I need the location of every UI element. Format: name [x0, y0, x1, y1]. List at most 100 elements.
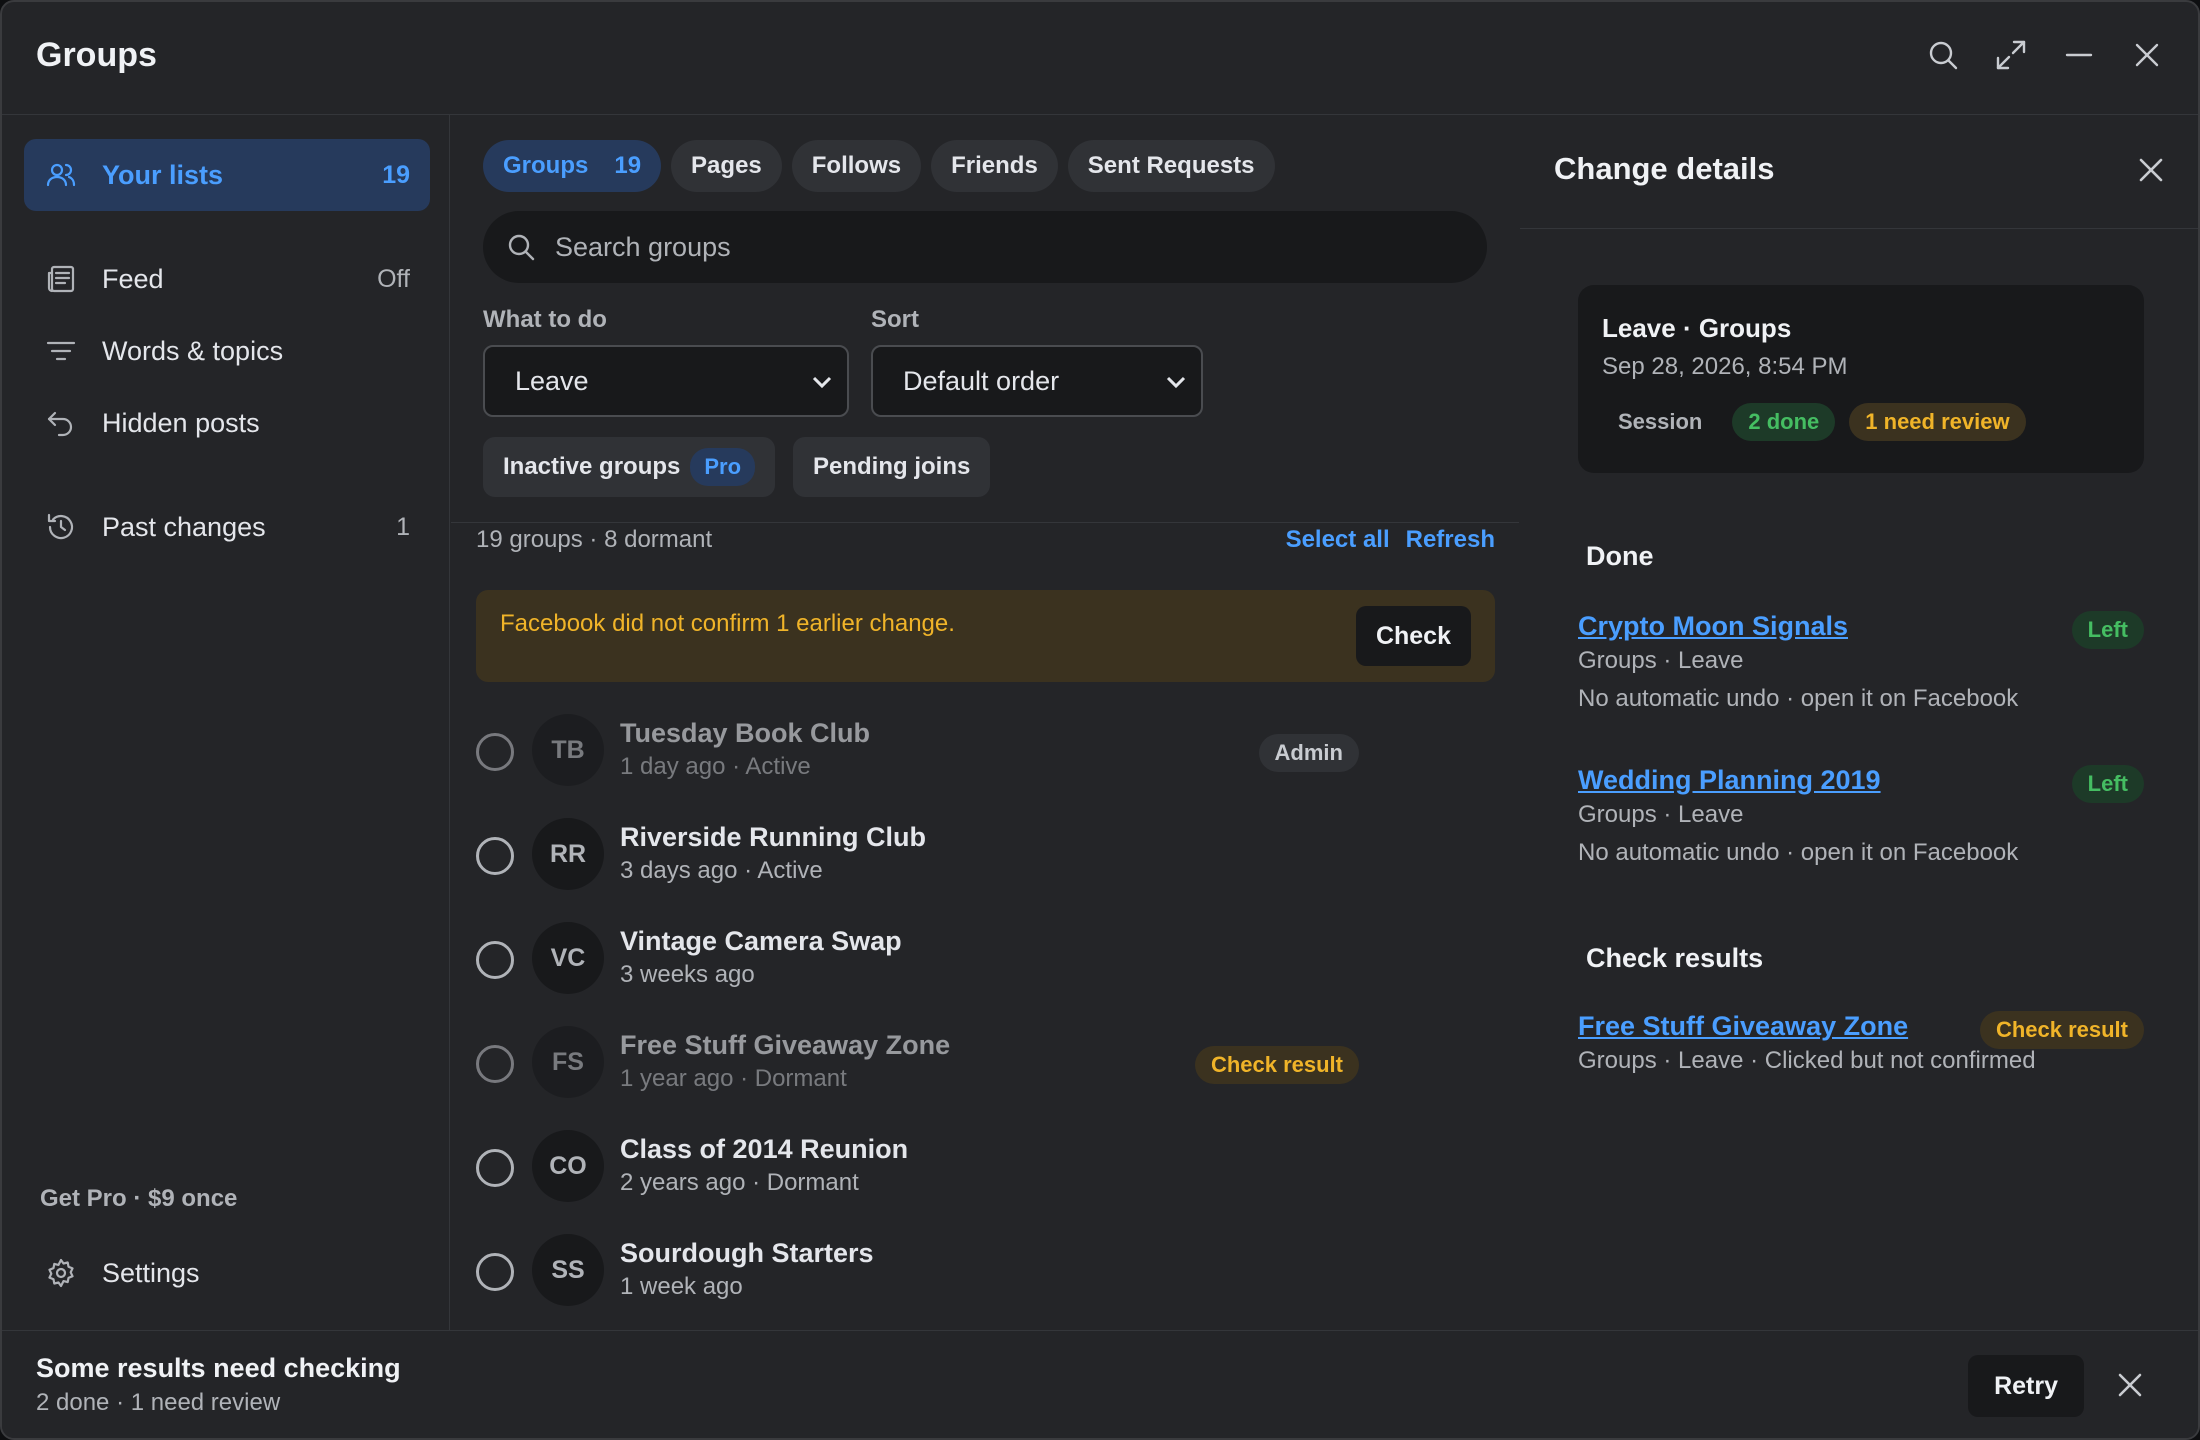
list-summary: 19 groups · 8 dormant: [476, 526, 713, 553]
tab-label: Sent Requests: [1087, 152, 1255, 179]
group-meta: 1 year ago · Dormant: [620, 1065, 847, 1092]
action-select-value: Leave: [515, 365, 589, 396]
close-icon[interactable]: [2136, 155, 2166, 185]
entry-note: No automatic undo · open it on Facebook: [1578, 685, 2019, 712]
tab-sent-requests[interactable]: Sent Requests: [1067, 140, 1275, 192]
search-icon[interactable]: [1926, 38, 1960, 72]
entry-link[interactable]: Free Stuff Giveaway Zone: [1578, 1011, 1908, 1042]
row-radio[interactable]: [476, 1253, 514, 1291]
check-entry: Free Stuff Giveaway Zone Groups · Leave …: [1578, 1011, 2144, 1080]
group-meta: 3 days ago · Active: [620, 857, 823, 884]
sidebar-item-your-lists[interactable]: Your lists 19: [24, 139, 430, 211]
unconfirmed-warning: Facebook did not confirm 1 earlier chang…: [476, 590, 1495, 682]
check-results-heading: Check results: [1586, 943, 1764, 973]
sidebar-item-count: 1: [396, 512, 410, 541]
status-subtitle: 2 done · 1 need review: [36, 1389, 281, 1416]
tab-count: 19: [614, 152, 642, 179]
chevron-down-icon: [1166, 376, 1186, 389]
undo-icon: [44, 406, 78, 440]
session-date: Sep 28, 2026, 8:54 PM: [1602, 353, 1848, 380]
sidebar-item-settings[interactable]: Settings: [24, 1237, 430, 1309]
list-item[interactable]: FS Free Stuff Giveaway Zone 1 year ago ·…: [476, 1010, 1495, 1114]
row-radio[interactable]: [476, 837, 514, 875]
sidebar: Your lists 19 Feed Off Words & topics Hi…: [2, 115, 450, 1330]
panel-title: Change details: [1554, 151, 1775, 186]
tab-follows[interactable]: Follows: [791, 140, 922, 192]
group-name: Free Stuff Giveaway Zone: [620, 1030, 951, 1060]
review-badge: 1 need review: [1849, 403, 2026, 441]
sidebar-item-feed[interactable]: Feed Off: [24, 243, 430, 315]
session-label: Session: [1618, 409, 1703, 434]
select-all-button[interactable]: Select all: [1286, 526, 1390, 554]
sidebar-item-hidden-posts[interactable]: Hidden posts: [24, 387, 430, 459]
session-title: Leave · Groups: [1602, 313, 1792, 343]
row-radio[interactable]: [476, 1045, 514, 1083]
close-icon[interactable]: [2116, 1371, 2144, 1399]
tab-label: Follows: [811, 152, 902, 179]
done-heading: Done: [1586, 541, 1654, 571]
sidebar-item-label: Past changes: [102, 511, 266, 542]
group-meta: 1 day ago · Active: [620, 753, 811, 780]
sort-select[interactable]: Default order: [871, 345, 1203, 417]
action-select[interactable]: Leave: [483, 345, 849, 417]
tab-friends[interactable]: Friends: [931, 140, 1058, 192]
row-radio[interactable]: [476, 1149, 514, 1187]
status-bar: Some results need checking 2 done · 1 ne…: [2, 1330, 2198, 1438]
entry-link[interactable]: Wedding Planning 2019: [1578, 765, 1881, 796]
tab-groups[interactable]: Groups 19: [483, 140, 662, 192]
row-radio[interactable]: [476, 941, 514, 979]
avatar: TB: [532, 714, 604, 786]
status-title: Some results need checking: [36, 1353, 401, 1383]
close-icon[interactable]: [2130, 38, 2164, 72]
chip-label: Inactive groups: [503, 453, 681, 480]
expand-icon[interactable]: [1994, 38, 2028, 72]
newspaper-icon: [44, 262, 78, 296]
sidebar-item-label: Settings: [102, 1257, 200, 1288]
get-pro-link[interactable]: Get Pro · $9 once: [40, 1185, 237, 1213]
app-window: Groups Your lists 19 Feed Off Words & to…: [0, 0, 2200, 1440]
left-badge: Left: [2071, 765, 2144, 803]
tab-label: Friends: [951, 152, 1038, 179]
group-name: Riverside Running Club: [620, 822, 927, 852]
inactive-groups-filter[interactable]: Inactive groups Pro: [483, 437, 776, 497]
list-item[interactable]: TB Tuesday Book Club 1 day ago · Active …: [476, 698, 1495, 802]
minimize-icon[interactable]: [2062, 38, 2096, 72]
entry-note: No automatic undo · open it on Facebook: [1578, 839, 2019, 866]
list-item[interactable]: RR Riverside Running Club 3 days ago · A…: [476, 802, 1495, 906]
tab-label: Groups: [503, 152, 589, 179]
tab-label: Pages: [691, 152, 762, 179]
row-radio[interactable]: [476, 733, 514, 771]
retry-button[interactable]: Retry: [1968, 1355, 2084, 1417]
search-bar: [483, 211, 1487, 283]
group-name: Vintage Camera Swap: [620, 926, 902, 956]
list-item[interactable]: CO Class of 2014 Reunion 2 years ago · D…: [476, 1114, 1495, 1218]
panel-header: Change details: [1520, 115, 2198, 229]
sidebar-item-words-topics[interactable]: Words & topics: [24, 315, 430, 387]
session-card: Leave · Groups Sep 28, 2026, 8:54 PM Ses…: [1578, 285, 2144, 473]
sidebar-item-label: Your lists: [102, 159, 224, 190]
group-meta: 1 week ago: [620, 1273, 743, 1300]
refresh-button[interactable]: Refresh: [1406, 526, 1495, 554]
gear-icon: [44, 1256, 78, 1290]
session-tags: Session 2 done 1 need review: [1602, 403, 2026, 441]
sidebar-item-count: Off: [377, 264, 410, 293]
group-name: Sourdough Starters: [620, 1238, 874, 1268]
search-icon: [508, 234, 535, 261]
done-entry: Wedding Planning 2019 Groups · Leave No …: [1578, 765, 2144, 872]
search-input[interactable]: [555, 231, 1455, 263]
tab-pages[interactable]: Pages: [671, 140, 782, 192]
done-badge: 2 done: [1732, 403, 1836, 441]
pending-joins-filter[interactable]: Pending joins: [793, 437, 991, 497]
list-item[interactable]: SS Sourdough Starters 1 week ago: [476, 1218, 1495, 1322]
groups-list-panel: Groups 19 Pages Follows Friends Sent Req…: [451, 115, 1519, 1330]
list-item[interactable]: VC Vintage Camera Swap 3 weeks ago: [476, 906, 1495, 1010]
group-name: Tuesday Book Club: [620, 718, 871, 748]
category-tabs: Groups 19 Pages Follows Friends Sent Req…: [483, 140, 1275, 192]
entry-detail: Groups · Leave: [1578, 647, 1744, 674]
avatar: VC: [532, 922, 604, 994]
entry-link[interactable]: Crypto Moon Signals: [1578, 611, 1848, 642]
avatar: RR: [532, 818, 604, 890]
entry-detail: Groups · Leave: [1578, 801, 1744, 828]
check-button[interactable]: Check: [1355, 606, 1471, 666]
sidebar-item-past-changes[interactable]: Past changes 1: [24, 491, 430, 563]
